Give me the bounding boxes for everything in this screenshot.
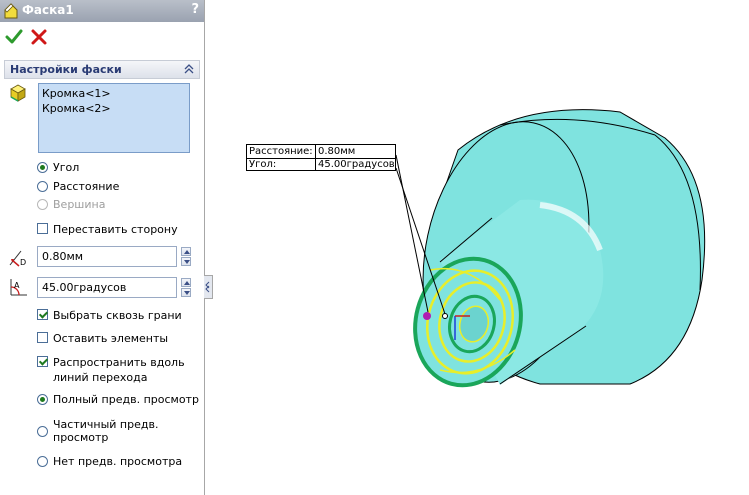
part-model[interactable]	[400, 106, 706, 397]
svg-text:D: D	[20, 258, 26, 267]
property-manager: Фаска1 ? Настройки фаски Кромка<1> Кромк…	[0, 0, 205, 495]
list-item[interactable]: Кромка<1>	[42, 86, 186, 101]
chevron-left-icon	[205, 281, 210, 293]
callout-distance-value[interactable]: 0.80мм	[315, 145, 394, 158]
radio-button[interactable]	[37, 181, 48, 192]
section-title: Настройки фаски	[10, 63, 122, 76]
callout-leader	[395, 154, 429, 313]
callout-distance-label: Расстояние:	[249, 146, 313, 157]
cancel-x-icon[interactable]	[30, 28, 48, 46]
list-item[interactable]: Кромка<2>	[42, 101, 186, 116]
ok-check-icon[interactable]	[5, 28, 23, 46]
distance-spin-up[interactable]	[181, 247, 191, 256]
help-button[interactable]: ?	[191, 2, 199, 17]
distance-spin-down[interactable]	[181, 257, 191, 266]
edge-selection-cube-icon	[10, 84, 26, 102]
distance-input[interactable]: 0.80мм	[37, 246, 177, 267]
radio-button[interactable]	[37, 394, 48, 405]
callout-angle-value[interactable]: 45.00градусов	[315, 158, 395, 171]
angle-spin-up[interactable]	[181, 278, 191, 287]
angle-spin-down[interactable]	[181, 288, 191, 297]
dimension-callout[interactable]: Расстояние: 0.80мм Угол: 45.00градусов	[246, 144, 396, 171]
radio-button[interactable]	[37, 456, 48, 467]
radio-button[interactable]	[37, 426, 48, 437]
edge-selection-list[interactable]: Кромка<1> Кромка<2>	[38, 83, 190, 153]
angle-dimension-icon: A	[10, 279, 27, 296]
panel-title: Фаска1	[22, 3, 74, 17]
graphics-viewport[interactable]	[212, 0, 749, 495]
checkbox[interactable]	[37, 223, 48, 234]
radio-button	[37, 199, 48, 210]
checkbox[interactable]	[37, 309, 48, 320]
angle-input[interactable]: 45.00градусов	[37, 277, 177, 298]
callout-angle-label: Угол:	[249, 159, 277, 170]
title-bar: Фаска1 ?	[0, 0, 204, 22]
collapse-chevron-icon[interactable]	[182, 62, 196, 76]
chamfer-settings-header[interactable]: Настройки фаски	[4, 60, 200, 79]
svg-text:A: A	[14, 281, 20, 290]
radio-button[interactable]	[37, 162, 48, 173]
chamfer-feature-icon	[4, 3, 18, 19]
checkbox[interactable]	[37, 332, 48, 343]
distance-dimension-icon: D	[9, 250, 26, 267]
checkbox[interactable]	[37, 356, 48, 367]
